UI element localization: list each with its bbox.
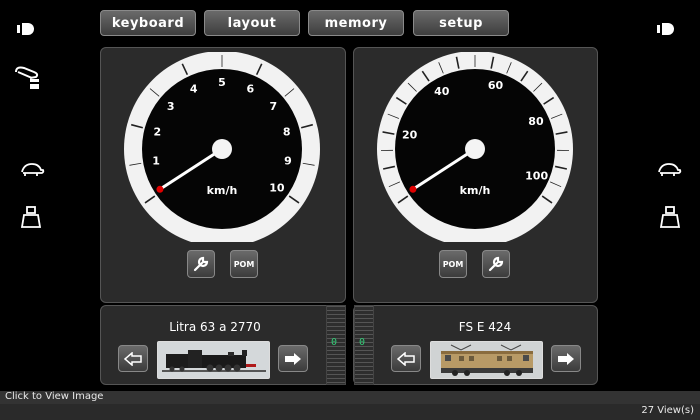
left-tick-label: 1: [152, 155, 160, 168]
footer-bar-top: Click to View Image: [0, 391, 700, 404]
footer-bar-bottom: 27 View(s): [0, 404, 700, 420]
left-tick-label: 9: [284, 155, 292, 168]
tab-setup[interactable]: setup: [413, 10, 509, 36]
prev-loco-button-right[interactable]: [391, 345, 421, 372]
left-tick-label: 2: [153, 126, 161, 139]
right-needle-hub: [465, 139, 485, 159]
pom-button-right[interactable]: POM: [439, 250, 467, 278]
speed-readout-left: 0: [331, 337, 338, 348]
next-loco-button-left[interactable]: [278, 345, 308, 372]
right-unit-label: km/h: [460, 184, 491, 197]
weight-brake-right-icon[interactable]: [660, 205, 682, 229]
pom-label-left: POM: [233, 259, 255, 269]
left-tick-label: 4: [190, 82, 198, 95]
weight-brake-icon[interactable]: [21, 205, 43, 229]
right-needle-tip: [409, 185, 417, 193]
pom-button-left[interactable]: POM: [230, 250, 258, 278]
wrench-icon: [488, 256, 504, 272]
pom-label-right: POM: [442, 259, 464, 269]
right-tick-label: 100: [525, 169, 548, 182]
wrench-icon: [193, 256, 209, 272]
right-tick-label: 80: [528, 115, 544, 128]
left-tick-label: 8: [283, 126, 291, 139]
wrench-button-left[interactable]: [187, 250, 215, 278]
wrench-button-right[interactable]: [482, 250, 510, 278]
turtle-slow-right-icon[interactable]: [656, 161, 682, 177]
left-tick-label: 3: [167, 100, 175, 113]
arrow-left-icon: [124, 351, 142, 366]
speedometer-right[interactable]: 20 40 60 80 100 km/h: [375, 52, 575, 242]
left-needle-hub: [212, 139, 232, 159]
arrow-right-icon: [285, 352, 301, 365]
tab-keyboard[interactable]: keyboard: [100, 10, 196, 36]
arrow-left-icon: [397, 351, 415, 366]
right-tick-label: 40: [434, 85, 450, 98]
right-tick-label: 20: [402, 128, 418, 141]
loco-image-left[interactable]: [157, 341, 270, 379]
next-loco-button-right[interactable]: [551, 345, 581, 372]
speedometer-left[interactable]: 1234 5 678910km/h: [122, 52, 322, 242]
prev-loco-button-left[interactable]: [118, 345, 148, 372]
left-needle-tip: [156, 185, 164, 193]
light-toggle-icon[interactable]: [14, 20, 36, 38]
view-count: 27 View(s): [641, 405, 694, 416]
loco-image-right[interactable]: [430, 341, 543, 379]
speed-readout-right: 0: [359, 337, 366, 348]
turtle-slow-icon[interactable]: [19, 161, 45, 177]
right-tick-label: 60: [488, 79, 504, 92]
steam-locomotive-image: [158, 342, 269, 378]
tab-memory[interactable]: memory: [308, 10, 404, 36]
click-to-view-link[interactable]: Click to View Image: [5, 391, 103, 402]
left-tick-label: 6: [246, 82, 254, 95]
loco-name-left: Litra 63 a 2770: [169, 320, 261, 334]
horn-lever-icon[interactable]: [12, 62, 44, 92]
light-toggle-right-icon[interactable]: [654, 20, 676, 38]
loco-name-right: FS E 424: [458, 320, 512, 334]
left-tick-label: 10: [269, 181, 285, 194]
left-tick-label: 7: [269, 100, 277, 113]
left-tick-label: 5: [218, 76, 226, 89]
left-unit-label: km/h: [207, 184, 238, 197]
tab-layout[interactable]: layout: [204, 10, 300, 36]
arrow-right-icon: [558, 352, 574, 365]
electric-locomotive-image: [431, 342, 542, 378]
